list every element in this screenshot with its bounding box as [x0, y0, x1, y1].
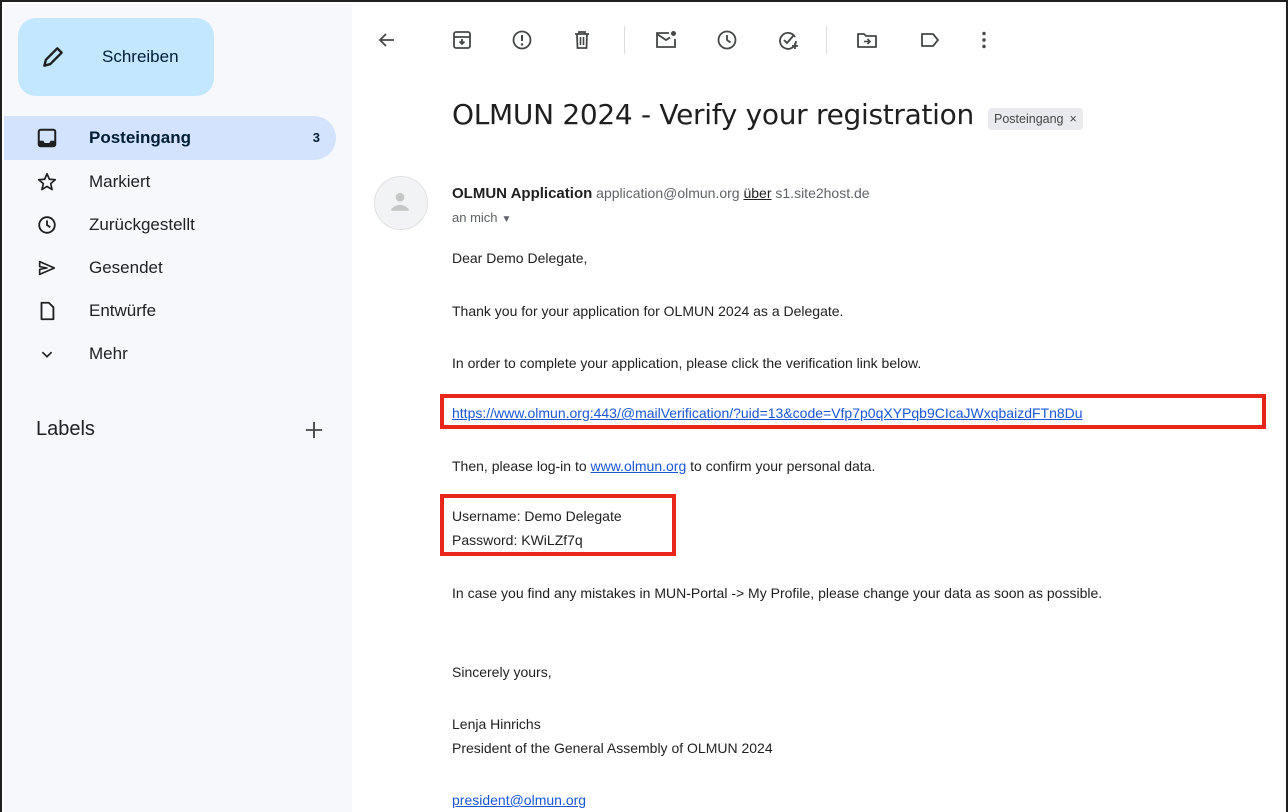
label-icon[interactable]	[918, 28, 942, 52]
sidebar-item-inbox[interactable]: Posteingang 3	[4, 116, 336, 160]
sidebar-item-label: Gesendet	[89, 258, 163, 277]
move-to-icon[interactable]	[855, 28, 879, 52]
caret-down-icon[interactable]: ▼	[502, 214, 512, 225]
back-arrow-icon[interactable]	[375, 28, 399, 52]
toolbar-divider	[826, 26, 827, 54]
email-subject: OLMUN 2024 - Verify your registration	[452, 98, 974, 131]
sender-avatar	[374, 176, 428, 230]
verification-link-row: https://www.olmun.org:443/@mailVerificat…	[452, 405, 1083, 421]
login-suffix: to confirm your personal data.	[690, 458, 876, 474]
sender-email: application@olmun.org	[596, 185, 740, 201]
remove-label-icon[interactable]: ×	[1070, 112, 1077, 126]
send-icon	[38, 260, 56, 276]
compose-button[interactable]: Schreiben	[18, 18, 214, 96]
chevron-down-icon	[41, 351, 53, 358]
compose-label: Schreiben	[102, 47, 179, 66]
signature-title: President of the General Assembly of OLM…	[452, 740, 773, 756]
sidebar: Schreiben Posteingang 3 Markiert Zurückg…	[4, 4, 352, 812]
recipient-line[interactable]: an mich ▼	[452, 210, 511, 225]
report-spam-icon[interactable]	[510, 28, 534, 52]
via-link[interactable]: über	[743, 185, 771, 201]
sidebar-item-label: Markiert	[89, 172, 151, 191]
more-vert-icon[interactable]	[972, 28, 996, 52]
signature-email-row: president@olmun.org	[452, 792, 586, 808]
add-label-icon[interactable]	[300, 416, 328, 444]
sidebar-item-sent[interactable]: Gesendet	[4, 246, 336, 289]
sender-name[interactable]: OLMUN Application	[452, 185, 592, 202]
archive-icon[interactable]	[450, 28, 474, 52]
add-task-icon[interactable]	[776, 28, 800, 52]
verification-link[interactable]: https://www.olmun.org:443/@mailVerificat…	[452, 405, 1083, 421]
draft-icon	[40, 301, 55, 321]
sender-line: OLMUN Application application@olmun.org …	[452, 185, 870, 202]
person-icon	[391, 192, 409, 211]
labels-heading: Labels	[36, 418, 95, 440]
signature-name: Lenja Hinrichs	[452, 716, 541, 732]
sidebar-item-label: Zurückgestellt	[89, 215, 195, 234]
site-link[interactable]: www.olmun.org	[591, 458, 687, 474]
gmail-window: Schreiben Posteingang 3 Markiert Zurückg…	[0, 0, 1288, 812]
snooze-icon[interactable]	[715, 28, 739, 52]
sidebar-item-drafts[interactable]: Entwürfe	[4, 289, 336, 332]
nav-list: Posteingang 3 Markiert Zurückgestellt Ge…	[4, 116, 352, 375]
star-icon	[37, 172, 57, 191]
chip-label: Posteingang	[994, 112, 1064, 126]
toolbar-divider	[624, 26, 625, 54]
message-toolbar	[352, 4, 1288, 74]
body-line-4: In case you find any mistakes in MUN-Por…	[452, 585, 1103, 601]
mark-unread-icon[interactable]	[654, 28, 678, 52]
via-host: s1.site2host.de	[775, 185, 870, 201]
delete-icon[interactable]	[570, 28, 594, 52]
greeting: Dear Demo Delegate,	[452, 250, 588, 266]
inbox-label-chip[interactable]: Posteingang ×	[988, 108, 1083, 130]
password-line: Password: KWiLZf7q	[452, 532, 583, 548]
recipient-label: an mich	[452, 210, 498, 225]
login-prefix: Then, please log-in to	[452, 458, 587, 474]
unread-count-badge: 3	[312, 130, 320, 145]
sidebar-item-more[interactable]: Mehr	[4, 332, 336, 375]
body-line-2: In order to complete your application, p…	[452, 355, 922, 371]
pencil-icon	[43, 47, 63, 67]
sidebar-item-starred[interactable]: Markiert	[4, 160, 336, 203]
sidebar-item-label: Mehr	[89, 344, 128, 363]
closing: Sincerely yours,	[452, 664, 552, 680]
body-line-3: Then, please log-in to www.olmun.org to …	[452, 458, 875, 474]
inbox-icon	[37, 128, 57, 148]
body-line-1: Thank you for your application for OLMUN…	[452, 303, 844, 319]
sidebar-item-label: Entwürfe	[89, 301, 157, 320]
sidebar-item-snoozed[interactable]: Zurückgestellt	[4, 203, 336, 246]
clock-icon	[38, 216, 56, 234]
signature-email-link[interactable]: president@olmun.org	[452, 792, 586, 808]
username-line: Username: Demo Delegate	[452, 508, 622, 524]
sidebar-item-label: Posteingang	[89, 128, 192, 147]
